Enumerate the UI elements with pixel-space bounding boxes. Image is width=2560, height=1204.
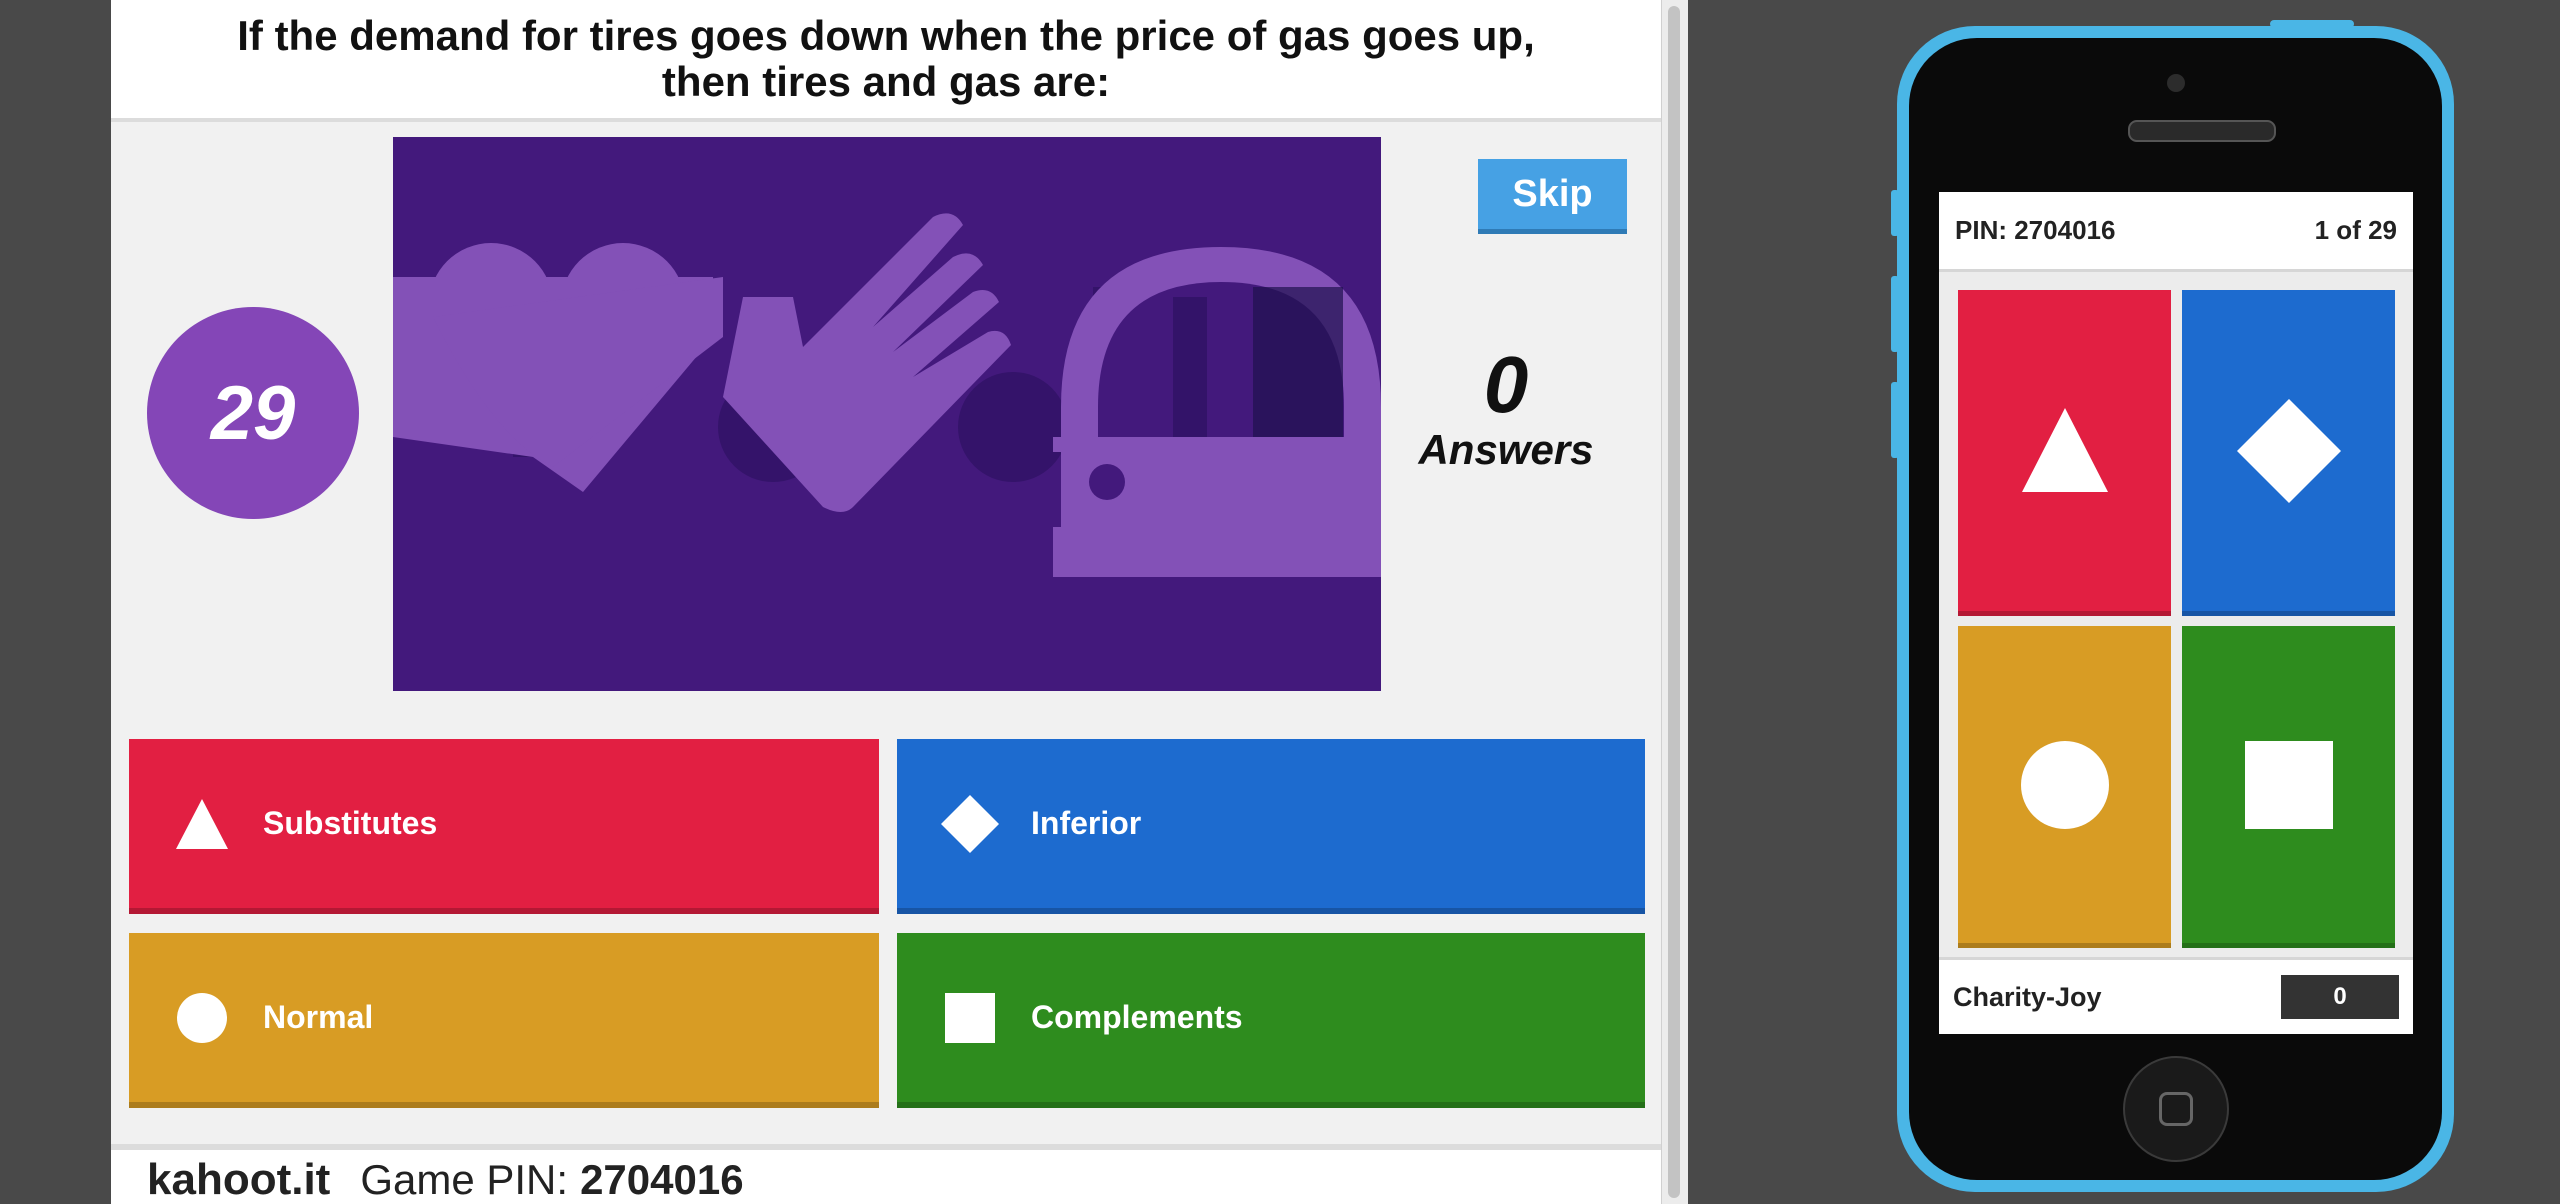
phone-camera-icon: [2167, 74, 2185, 92]
game-pin-value: 2704016: [580, 1156, 744, 1203]
answer-label: Substitutes: [263, 805, 438, 841]
answer-label: Inferior: [1031, 805, 1142, 841]
player-score: 0: [2281, 975, 2399, 1019]
question-bar: If the demand for tires goes down when t…: [111, 0, 1661, 122]
answer-option-complements[interactable]: Complements: [897, 933, 1645, 1108]
question-text: If the demand for tires goes down when t…: [237, 12, 1535, 105]
phone-screen: PIN: 2704016 1 of 29 Charity-Joy 0: [1939, 192, 2413, 1034]
answer-option-normal[interactable]: Normal: [129, 933, 879, 1108]
home-square-icon: [2159, 1092, 2193, 1126]
host-game-panel: If the demand for tires goes down when t…: [111, 0, 1661, 1204]
question-progress: 1 of 29: [2314, 215, 2397, 245]
answers-count-label: Answers: [1418, 426, 1594, 473]
answer-tile-triangle[interactable]: [1958, 290, 2171, 616]
phone-speaker-icon: [2128, 120, 2276, 142]
answer-label: Complements: [1031, 999, 1243, 1035]
scrollbar-thumb[interactable]: [1668, 6, 1680, 1198]
phone-home-button[interactable]: [2123, 1056, 2229, 1162]
kahoot-logo-icon: [393, 213, 1381, 577]
square-icon: [945, 992, 995, 1043]
triangle-icon: [176, 798, 228, 849]
phone-status-bar: PIN: 2704016 1 of 29: [1939, 192, 2413, 272]
diamond-icon: [2236, 398, 2341, 503]
answers-count-number: 0: [1483, 340, 1529, 429]
question-media-image: [393, 137, 1381, 691]
countdown-timer: 29: [147, 307, 359, 519]
triangle-icon: [2021, 407, 2108, 492]
player-name: Charity-Joy: [1953, 981, 2102, 1012]
game-pin-label: Game PIN:: [360, 1156, 569, 1203]
answer-tile-circle[interactable]: [1958, 626, 2171, 948]
answer-tile-square[interactable]: [2182, 626, 2395, 948]
circle-icon: [177, 992, 227, 1043]
answer-option-inferior[interactable]: Inferior: [897, 739, 1645, 914]
player-bar: Charity-Joy 0: [1939, 957, 2413, 1034]
phone-pin: PIN: 2704016: [1955, 215, 2116, 245]
answer-tile-diamond[interactable]: [2182, 290, 2395, 616]
footer-brand: kahoot.it: [147, 1155, 331, 1204]
skip-button[interactable]: Skip: [1478, 159, 1627, 234]
diamond-icon: [941, 794, 999, 853]
answers-counter: 0 Answers: [1401, 345, 1611, 475]
footer-bar: kahoot.it Game PIN: 2704016: [111, 1144, 1661, 1204]
timer-value: 29: [210, 370, 296, 456]
circle-icon: [2020, 740, 2109, 829]
answer-option-substitutes[interactable]: Substitutes: [129, 739, 879, 914]
answer-label: Normal: [263, 999, 374, 1035]
scrollbar[interactable]: [1661, 0, 1688, 1204]
square-icon: [2244, 740, 2333, 829]
